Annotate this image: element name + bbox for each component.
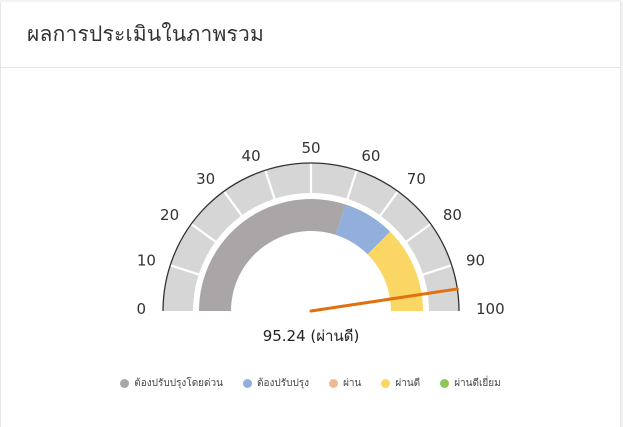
legend-dot-icon bbox=[381, 379, 391, 388]
legend-dot-icon bbox=[440, 379, 450, 388]
gauge-tick-label: 30 bbox=[196, 170, 215, 188]
gauge-tick-label: 100 bbox=[476, 300, 505, 318]
gauge-tick-label: 60 bbox=[361, 147, 380, 165]
gauge-value-label: 95.24 (ผ่านดี) bbox=[263, 327, 360, 345]
gauge-tick-label: 90 bbox=[466, 252, 485, 270]
legend-label: ผ่าน bbox=[343, 378, 362, 389]
legend-dot-icon bbox=[329, 379, 339, 388]
legend-label: ผ่านดีเยี่ยม bbox=[454, 378, 501, 389]
gauge-tick-label: 80 bbox=[443, 206, 462, 224]
legend-dot-icon bbox=[243, 379, 252, 388]
legend-label: ผ่านดี bbox=[395, 378, 421, 389]
legend-item[interactable]: ผ่านดีเยี่ยม bbox=[440, 376, 501, 391]
legend-label: ต้องปรับปรุง bbox=[257, 378, 310, 389]
gauge-tick-label: 0 bbox=[136, 300, 146, 318]
legend-label: ต้องปรับปรุงโดยด่วน bbox=[134, 378, 223, 389]
legend-item[interactable]: ผ่านดี bbox=[381, 376, 420, 391]
gauge-chart: 0 10 20 30 40 50 60 70 80 90 100 95.24 (ผ่านดี) bbox=[136, 139, 505, 345]
legend-item[interactable]: ต้องปรับปรุง bbox=[243, 376, 309, 391]
chart-legend: ต้องปรับปรุงโดยด่วน ต้องปรับปรุง ผ่าน ผ่านด… bbox=[0, 376, 621, 391]
legend-dot-icon bbox=[120, 379, 130, 388]
gauge-tick-label: 20 bbox=[160, 206, 179, 224]
gauge-tick-label: 50 bbox=[301, 139, 320, 157]
legend-item[interactable]: ต้องปรับปรุงโดยด่วน bbox=[120, 376, 223, 391]
gauge-tick-label: 70 bbox=[407, 170, 426, 188]
legend-item[interactable]: ผ่าน bbox=[329, 376, 361, 391]
gauge-tick-label: 10 bbox=[137, 252, 156, 270]
gauge-tick-label: 40 bbox=[242, 147, 261, 165]
